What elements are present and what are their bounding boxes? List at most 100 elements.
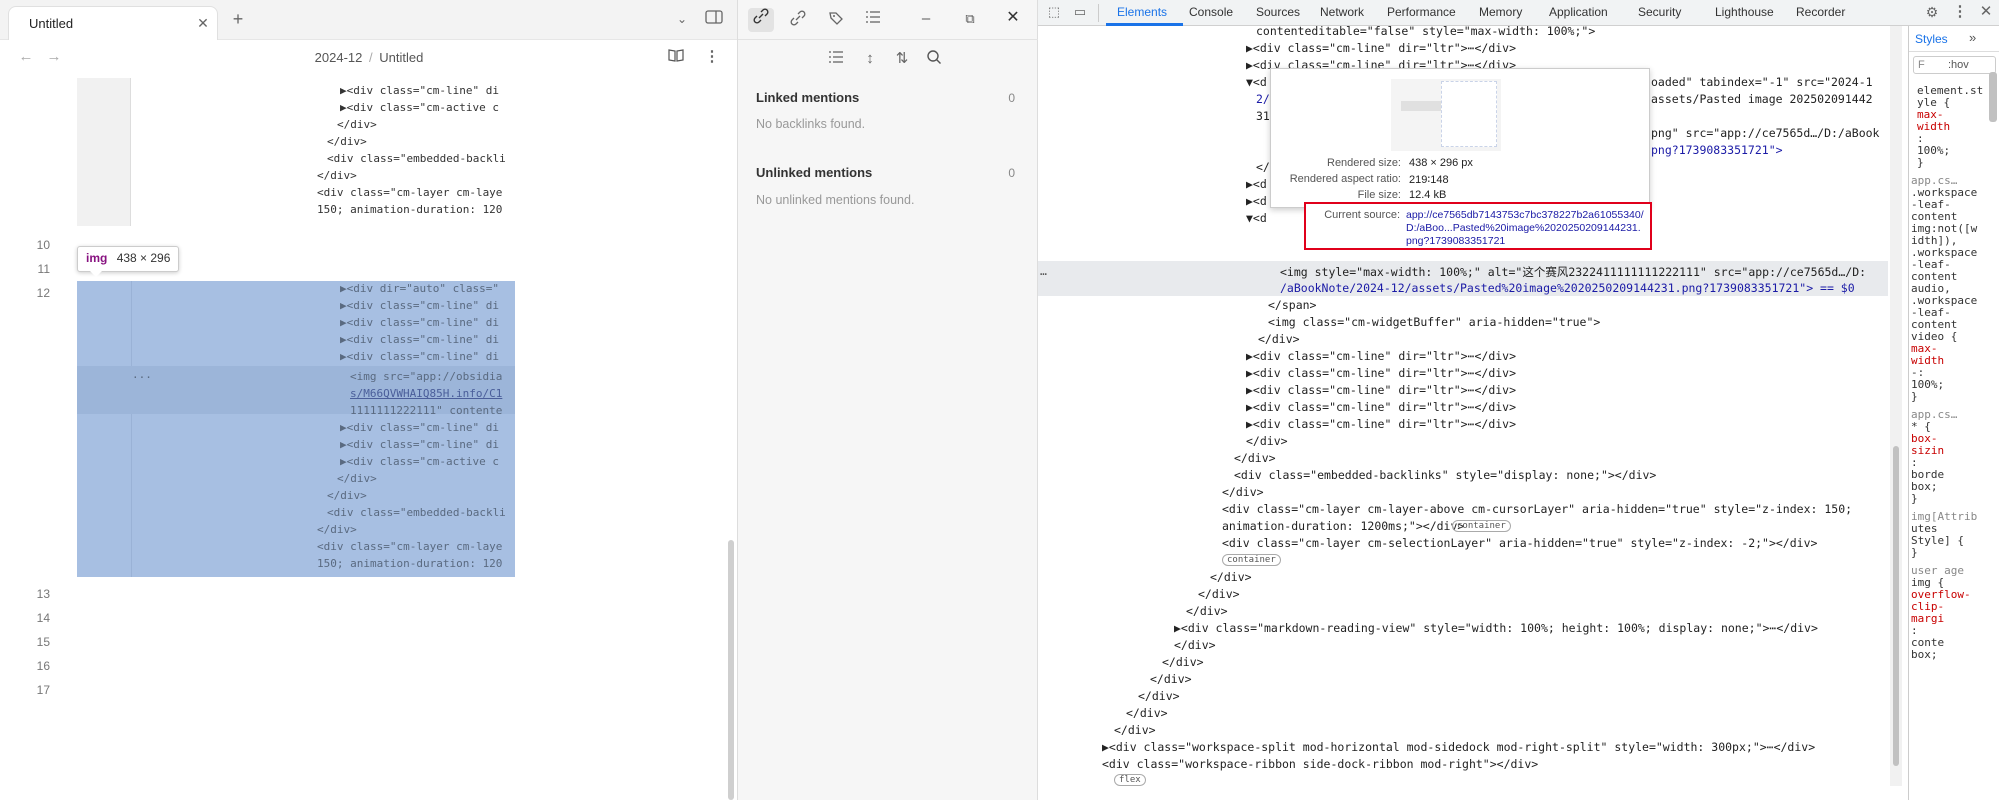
- code-line: 1111111222111" contente: [350, 404, 503, 417]
- flex-badge[interactable]: flex: [1114, 774, 1146, 786]
- dom-scrollbar-track[interactable]: [1890, 26, 1902, 786]
- unlinked-mentions-title[interactable]: Unlinked mentions: [756, 165, 872, 180]
- tab-sources[interactable]: Sources: [1256, 5, 1300, 19]
- outgoing-links-icon[interactable]: [788, 10, 808, 30]
- selected-image[interactable]: ▶<div dir="auto" class=" ▶<div class="cm…: [77, 281, 515, 577]
- dom-line[interactable]: ▶<div class="cm-line" dir="ltr">⋯</div>: [1246, 400, 1516, 414]
- minimize-icon[interactable]: –: [916, 10, 936, 30]
- aspect-ratio-label: Rendered aspect ratio:: [1289, 173, 1401, 185]
- dom-line[interactable]: <div class="workspace-ribbon side-dock-r…: [1102, 757, 1538, 771]
- dom-line[interactable]: contenteditable="false" style="max-width…: [1256, 26, 1595, 38]
- container-badge[interactable]: container: [1222, 554, 1281, 566]
- window-close-icon[interactable]: ✕: [1003, 9, 1023, 29]
- device-toolbar-icon[interactable]: ▭: [1070, 3, 1090, 23]
- dom-line[interactable]: ▶<div class="workspace-split mod-horizon…: [1102, 740, 1815, 754]
- dom-line[interactable]: </div>: [1126, 706, 1168, 720]
- dom-line[interactable]: </div>: [1198, 587, 1240, 601]
- dom-line[interactable]: ▶<div class="cm-line" dir="ltr">⋯</div>: [1246, 417, 1516, 431]
- dom-line[interactable]: </div>: [1186, 604, 1228, 618]
- search-icon[interactable]: [924, 49, 944, 69]
- dom-line[interactable]: </div>: [1138, 689, 1180, 703]
- dom-line[interactable]: ▶<div class="cm-line" dir="ltr">⋯</div>: [1246, 349, 1516, 363]
- dom-line[interactable]: </div>: [1234, 451, 1276, 465]
- tab-network[interactable]: Network: [1320, 5, 1364, 19]
- embedded-image-upper: ▶<div class="cm-line" di ▶<div class="cm…: [77, 78, 515, 226]
- tab-styles[interactable]: Styles: [1915, 32, 1948, 46]
- dom-line[interactable]: ▶<div class="cm-line" dir="ltr">⋯</div>: [1246, 383, 1516, 397]
- sort-icon[interactable]: ⇅: [892, 50, 912, 70]
- tab-console[interactable]: Console: [1189, 5, 1233, 19]
- dom-line[interactable]: </div>: [1246, 434, 1288, 448]
- restore-icon[interactable]: ⧉: [960, 10, 980, 30]
- styles-scrollbar[interactable]: [1989, 72, 1997, 122]
- row-dots[interactable]: …: [1040, 264, 1047, 278]
- dom-line[interactable]: <div class="cm-layer cm-layer-above cm-c…: [1222, 502, 1852, 516]
- dom-fragment: oaded" tabindex="-1" src="2024-1: [1651, 75, 1873, 89]
- dom-line[interactable]: <img class="cm-widgetBuffer" aria-hidden…: [1268, 315, 1600, 329]
- thumbnail-bar: [1401, 101, 1441, 111]
- badge-size: 438 × 296: [116, 251, 171, 265]
- dom-line[interactable]: </div>: [1174, 638, 1216, 652]
- editor-scrollbar[interactable]: [728, 540, 734, 800]
- dom-line[interactable]: 2/: [1256, 92, 1270, 106]
- dom-line[interactable]: </div>: [1258, 332, 1300, 346]
- tab-untitled[interactable]: Untitled ✕: [8, 6, 218, 40]
- tab-recorder[interactable]: Recorder: [1796, 5, 1845, 19]
- show-more-context-icon[interactable]: ↕: [860, 50, 880, 70]
- hov-toggle[interactable]: :hov: [1948, 59, 1969, 71]
- tab-lighthouse[interactable]: Lighthouse: [1715, 5, 1774, 19]
- chevron-down-icon[interactable]: ⌄: [672, 10, 692, 30]
- line-number: 10: [36, 238, 50, 252]
- tab-memory[interactable]: Memory: [1479, 5, 1522, 19]
- dom-line[interactable]: animation-duration: 1200ms;"></div>: [1222, 519, 1464, 533]
- settings-gear-icon[interactable]: ⚙: [1922, 3, 1942, 23]
- dom-line[interactable]: ▼<d: [1246, 211, 1267, 225]
- breadcrumb-folder[interactable]: 2024-12: [315, 50, 363, 65]
- close-tab-icon[interactable]: ✕: [193, 14, 213, 34]
- styles-filter-input[interactable]: F :hov: [1913, 56, 1996, 74]
- dom-line[interactable]: ▼<d: [1246, 75, 1267, 89]
- inspect-element-icon[interactable]: ⬚: [1044, 3, 1064, 23]
- devtools-close-icon[interactable]: ✕: [1976, 3, 1996, 23]
- more-tabs-icon[interactable]: »: [1969, 30, 1976, 45]
- dom-line[interactable]: </: [1256, 160, 1270, 174]
- tab-bar: Untitled ✕ + ⌄: [0, 0, 737, 40]
- dom-line[interactable]: </div>: [1162, 655, 1204, 669]
- dom-img-line[interactable]: <img style="max-width: 100%;" alt="这个赛风2…: [1280, 264, 1866, 280]
- dom-line[interactable]: </div>: [1114, 723, 1156, 737]
- linked-mentions-title[interactable]: Linked mentions: [756, 90, 859, 105]
- dom-line[interactable]: ▶<d: [1246, 194, 1267, 208]
- dom-scrollbar-thumb[interactable]: [1893, 446, 1899, 766]
- dom-line[interactable]: ▶<div class="cm-line" dir="ltr">⋯</div>: [1246, 41, 1516, 55]
- outline-icon[interactable]: [863, 10, 883, 30]
- container-badge[interactable]: container: [1452, 520, 1511, 532]
- dom-line[interactable]: 31: [1256, 109, 1270, 123]
- tab-application[interactable]: Application: [1549, 5, 1608, 19]
- sidebar-toggle-icon[interactable]: [704, 9, 724, 29]
- backlinks-tab-icon[interactable]: [748, 8, 774, 32]
- dom-line[interactable]: <div class="embedded-backlinks" style="d…: [1234, 468, 1656, 482]
- breadcrumb-file[interactable]: Untitled: [379, 50, 423, 65]
- dom-line[interactable]: </span>: [1268, 298, 1316, 312]
- dom-tree: … contenteditable="false" style="max-wid…: [1038, 26, 1908, 800]
- line-number: 11: [37, 262, 50, 276]
- tab-security[interactable]: Security: [1638, 5, 1681, 19]
- dom-line[interactable]: <div class="cm-layer cm-selectionLayer" …: [1222, 536, 1817, 550]
- dom-line[interactable]: </div>: [1222, 485, 1264, 499]
- dom-line[interactable]: ▶<d: [1246, 177, 1267, 191]
- devtools-menu-icon[interactable]: ⋮: [1950, 3, 1970, 23]
- dom-line[interactable]: </div>: [1210, 570, 1252, 584]
- dom-line[interactable]: </div>: [1150, 672, 1192, 686]
- tab-performance[interactable]: Performance: [1387, 5, 1456, 19]
- thumbnail-content: [1441, 81, 1497, 147]
- dom-img-src-line[interactable]: /aBookNote/2024-12/assets/Pasted%20image…: [1280, 281, 1855, 295]
- dom-line[interactable]: ▶<div class="cm-line" dir="ltr">⋯</div>: [1246, 366, 1516, 380]
- current-source-url[interactable]: app://ce7565db7143753c7bc378227b2a610553…: [1406, 209, 1646, 248]
- dom-fragment: png" src="app://ce7565d…/D:/aBook: [1651, 126, 1880, 140]
- dom-line[interactable]: ▶<div class="markdown-reading-view" styl…: [1174, 621, 1818, 635]
- new-tab-icon[interactable]: +: [228, 10, 248, 30]
- collapse-results-icon[interactable]: [826, 50, 846, 70]
- tab-elements[interactable]: Elements: [1117, 5, 1167, 19]
- code-line: 150; animation-duration: 120: [317, 203, 503, 216]
- tags-icon[interactable]: [826, 10, 846, 30]
